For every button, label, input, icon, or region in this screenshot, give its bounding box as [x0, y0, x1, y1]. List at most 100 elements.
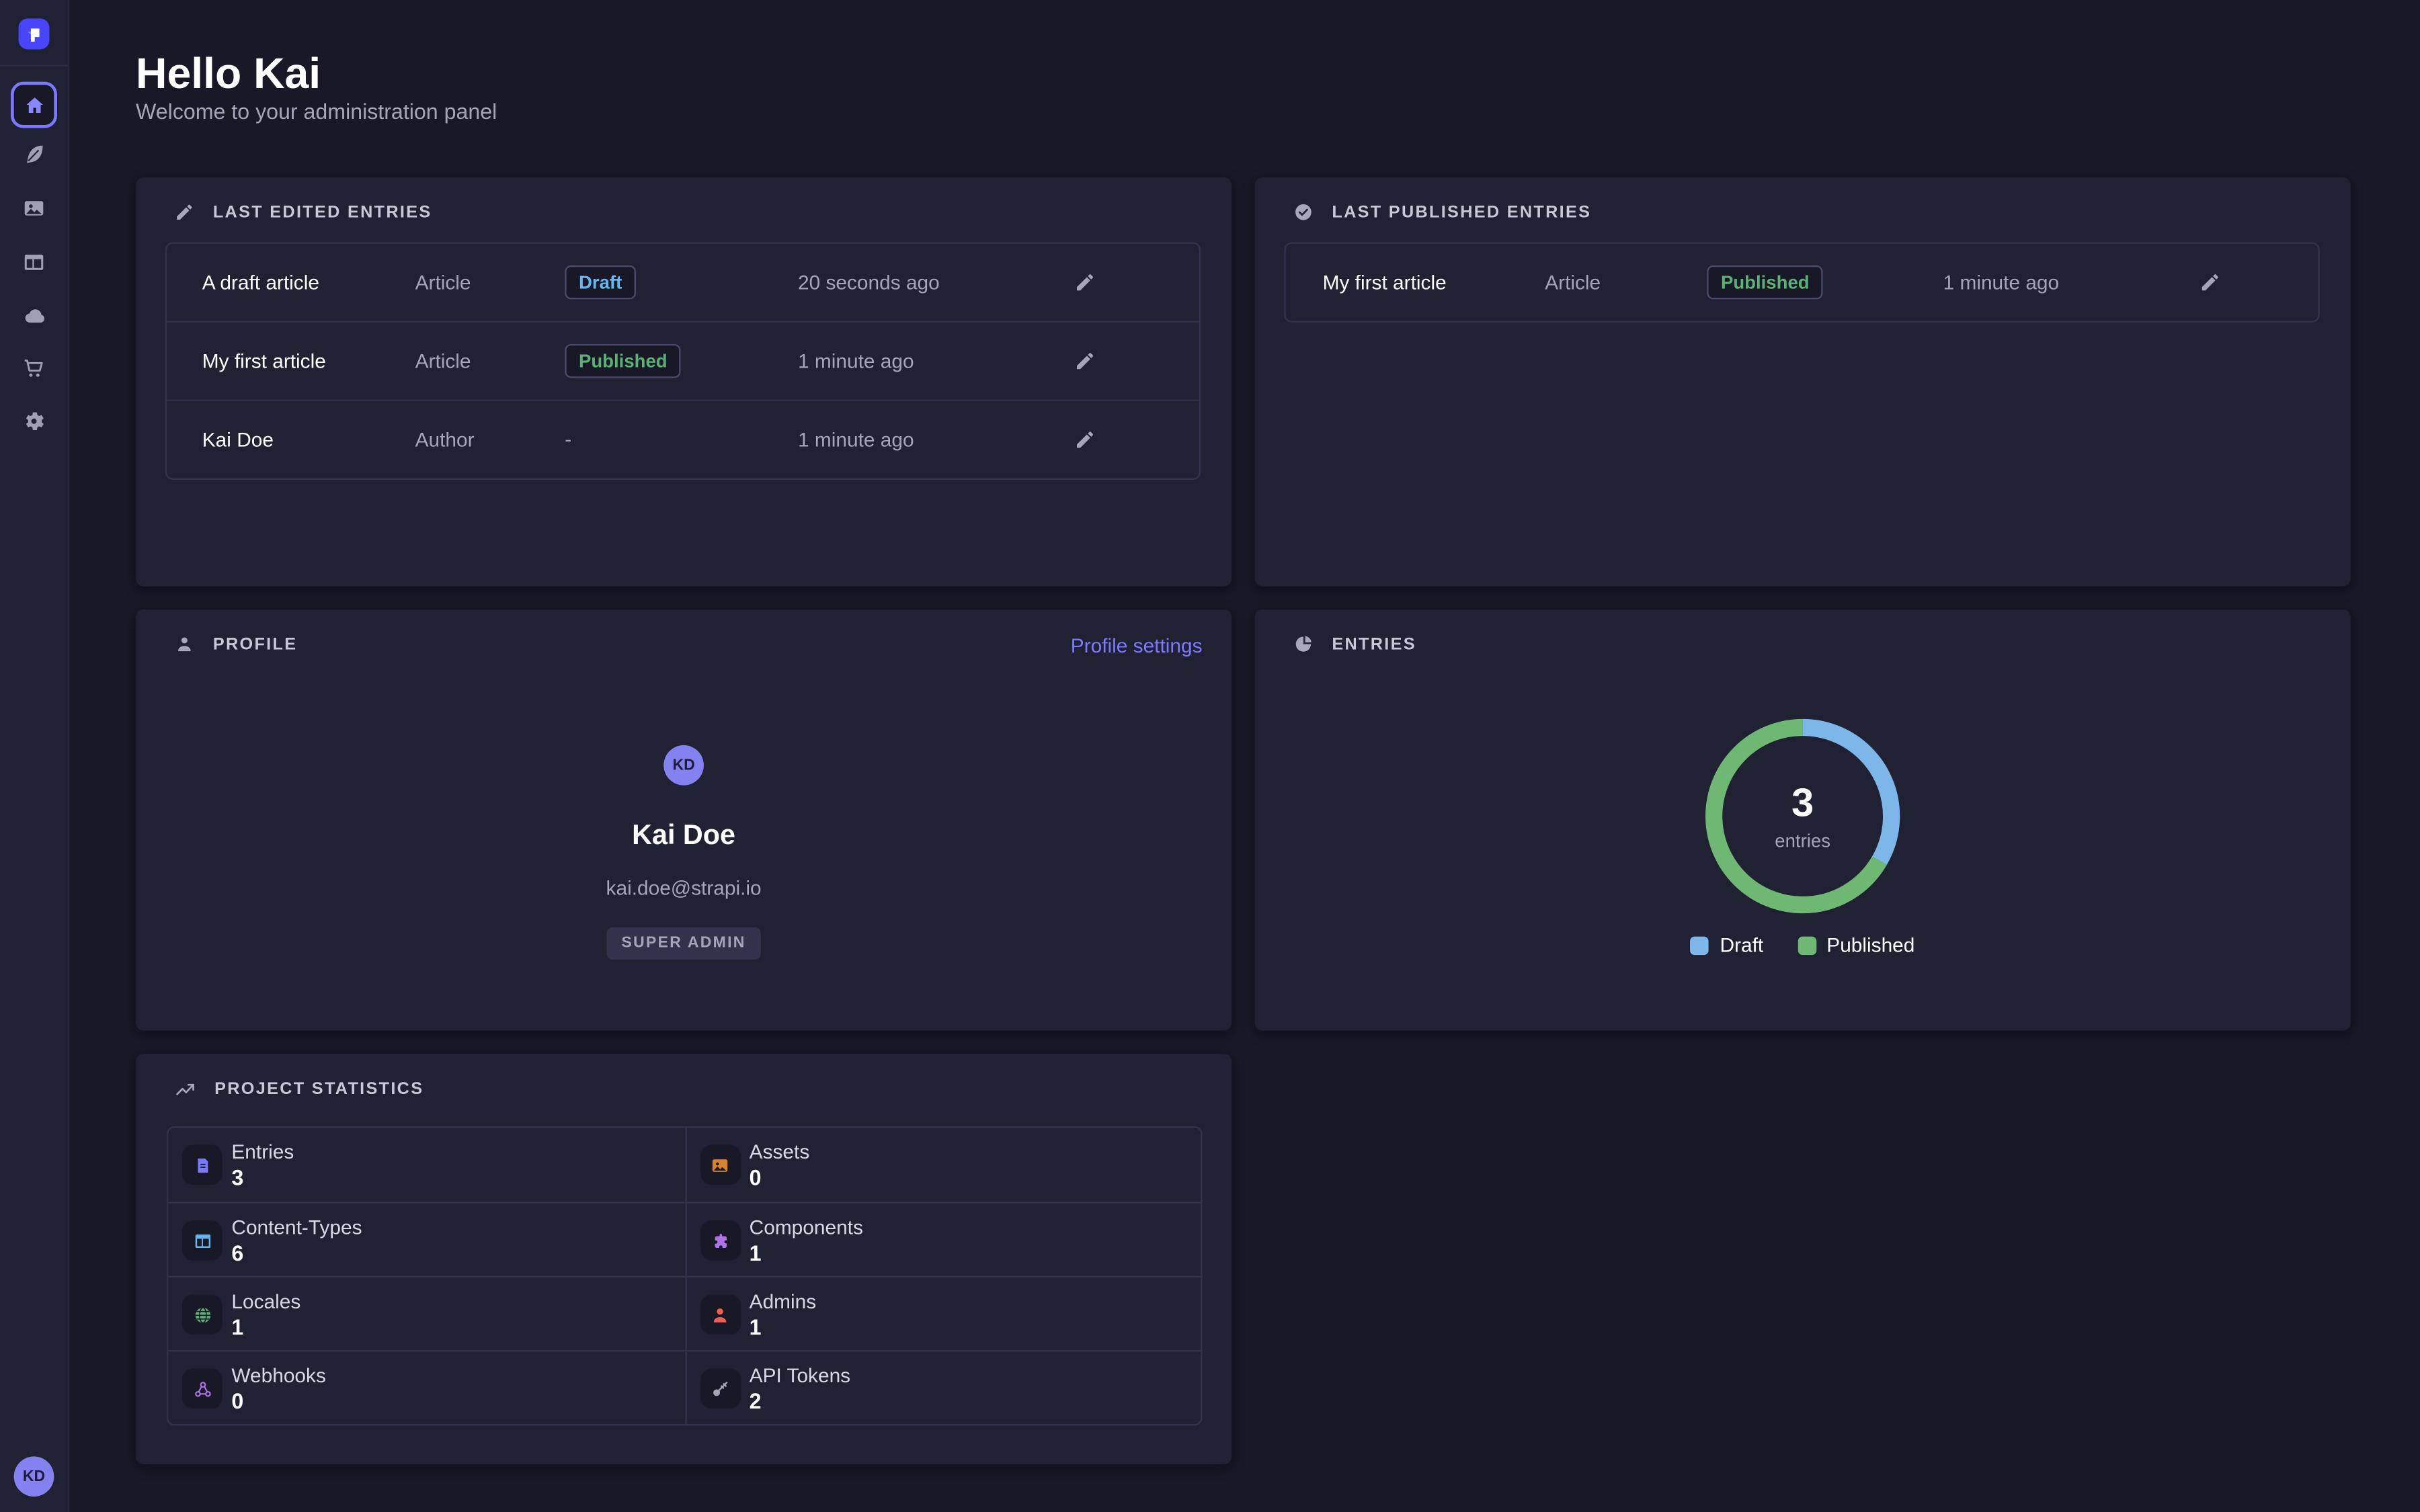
- stat-value: 0: [750, 1165, 762, 1189]
- stat-api-tokens: API Tokens 2: [684, 1350, 1201, 1424]
- entry-type: Article: [415, 271, 471, 294]
- last-edited-entries-card: LAST EDITED ENTRIES A draft article Arti…: [136, 177, 1232, 586]
- sidebar-item-settings[interactable]: [14, 401, 54, 442]
- check-circle-icon: [1293, 202, 1314, 222]
- layout-icon: [22, 250, 46, 275]
- legend-label: Published: [1826, 933, 1914, 956]
- sidebar-item-cloud[interactable]: [14, 295, 54, 335]
- stat-value: 6: [231, 1241, 243, 1265]
- status-badge: Draft: [565, 265, 636, 300]
- edit-entry-button[interactable]: [1074, 429, 1096, 450]
- table-row: My first article Article Published 1 min…: [1286, 244, 2318, 321]
- trend-up-icon: [174, 1079, 196, 1100]
- edit-entry-button[interactable]: [1074, 271, 1096, 293]
- entry-time: 1 minute ago: [798, 428, 914, 451]
- stat-value: 0: [231, 1388, 243, 1413]
- legend-item-published: Published: [1798, 933, 1915, 956]
- stat-label: Locales: [231, 1290, 300, 1312]
- stat-value: 2: [750, 1388, 762, 1413]
- home-icon: [22, 93, 45, 116]
- entry-time: 20 seconds ago: [798, 271, 940, 294]
- stat-label: Admins: [750, 1290, 817, 1312]
- file-icon: [182, 1145, 223, 1185]
- entry-type: Author: [415, 428, 475, 451]
- legend-label: Draft: [1720, 933, 1763, 956]
- table-row: My first article Article Published 1 min…: [167, 321, 1199, 400]
- project-statistics-card: PROJECT STATISTICS Entries 3 Assets 0: [136, 1054, 1232, 1464]
- stat-components: Components 1: [684, 1202, 1201, 1276]
- strapi-logo-icon: [25, 25, 44, 44]
- pencil-icon: [2200, 271, 2221, 293]
- stat-value: 1: [750, 1314, 762, 1339]
- table-row: A draft article Article Draft 20 seconds…: [167, 244, 1199, 321]
- entry-type: Article: [1545, 271, 1601, 294]
- stat-content-types: Content-Types 6: [168, 1202, 684, 1276]
- entry-title: Kai Doe: [202, 428, 274, 451]
- stat-entries: Entries 3: [168, 1128, 684, 1202]
- layout-icon: [182, 1220, 223, 1261]
- role-badge: SUPER ADMIN: [606, 927, 762, 960]
- entry-time: 1 minute ago: [1943, 271, 2060, 294]
- entry-title: My first article: [1323, 271, 1447, 294]
- entries-count-label: entries: [1775, 830, 1830, 851]
- globe-icon: [182, 1294, 223, 1335]
- person-icon: [174, 634, 194, 655]
- entry-type: Article: [415, 349, 471, 372]
- entries-donut-chart: 3 entries: [1695, 708, 1910, 924]
- sidebar-item-media-library[interactable]: [14, 188, 54, 228]
- published-swatch: [1798, 935, 1816, 954]
- stats-grid: Entries 3 Assets 0 Content-Types 6: [167, 1126, 1203, 1425]
- stat-admins: Admins 1: [684, 1276, 1201, 1350]
- stat-label: Webhooks: [231, 1364, 325, 1387]
- pencil-icon: [1074, 350, 1096, 372]
- entry-title: A draft article: [202, 271, 319, 294]
- project-statistics-title: PROJECT STATISTICS: [214, 1080, 424, 1099]
- last-published-title: LAST PUBLISHED ENTRIES: [1332, 203, 1591, 222]
- last-published-table: My first article Article Published 1 min…: [1284, 242, 2320, 322]
- sidebar-item-content-type-builder[interactable]: [14, 242, 54, 282]
- edit-entry-button[interactable]: [1074, 350, 1096, 372]
- stat-value: 1: [231, 1314, 243, 1339]
- sidebar-user-avatar[interactable]: KD: [14, 1456, 54, 1497]
- profile-settings-link[interactable]: Profile settings: [1071, 634, 1203, 657]
- profile-email: kai.doe@strapi.io: [606, 876, 762, 899]
- entries-title: ENTRIES: [1332, 635, 1416, 654]
- table-row: Kai Doe Author - 1 minute ago: [167, 400, 1199, 478]
- stat-value: 1: [750, 1241, 762, 1265]
- sidebar-item-home[interactable]: [11, 82, 57, 128]
- strapi-admin-dashboard: KD Hello Kai Welcome to your administrat…: [0, 0, 2420, 1512]
- last-edited-title: LAST EDITED ENTRIES: [213, 203, 432, 222]
- key-icon: [700, 1368, 740, 1409]
- pencil-icon: [1074, 429, 1096, 450]
- draft-swatch: [1691, 935, 1709, 954]
- status-badge: Published: [1707, 265, 1823, 300]
- legend-item-draft: Draft: [1691, 933, 1763, 956]
- stat-label: API Tokens: [750, 1364, 850, 1387]
- gear-icon: [22, 409, 46, 433]
- sidebar-divider: [0, 65, 68, 66]
- stat-label: Entries: [231, 1140, 294, 1163]
- entries-card: ENTRIES 3 entries Draft Published: [1255, 610, 2351, 1031]
- stat-label: Content-Types: [231, 1216, 362, 1238]
- cloud-icon: [21, 302, 47, 328]
- page-title: Hello Kai: [136, 49, 321, 98]
- last-published-entries-card: LAST PUBLISHED ENTRIES My first article …: [1255, 177, 2351, 586]
- pie-chart-icon: [1293, 634, 1314, 655]
- media-library-icon: [22, 196, 46, 221]
- stat-value: 3: [231, 1165, 243, 1189]
- edit-entry-button[interactable]: [2200, 271, 2221, 293]
- puzzle-icon: [700, 1220, 740, 1261]
- stat-label: Components: [750, 1216, 863, 1238]
- stat-label: Assets: [750, 1140, 810, 1163]
- strapi-logo[interactable]: [19, 19, 50, 50]
- last-edited-table: A draft article Article Draft 20 seconds…: [165, 242, 1201, 480]
- sidebar: KD: [0, 0, 69, 1512]
- profile-name: Kai Doe: [632, 819, 735, 851]
- feather-icon: [22, 142, 46, 167]
- entry-time: 1 minute ago: [798, 349, 914, 372]
- sidebar-item-content-manager[interactable]: [14, 134, 54, 175]
- sidebar-item-marketplace[interactable]: [14, 349, 54, 389]
- status-empty: -: [565, 427, 571, 450]
- entries-count: 3: [1791, 781, 1814, 825]
- stat-assets: Assets 0: [684, 1128, 1201, 1202]
